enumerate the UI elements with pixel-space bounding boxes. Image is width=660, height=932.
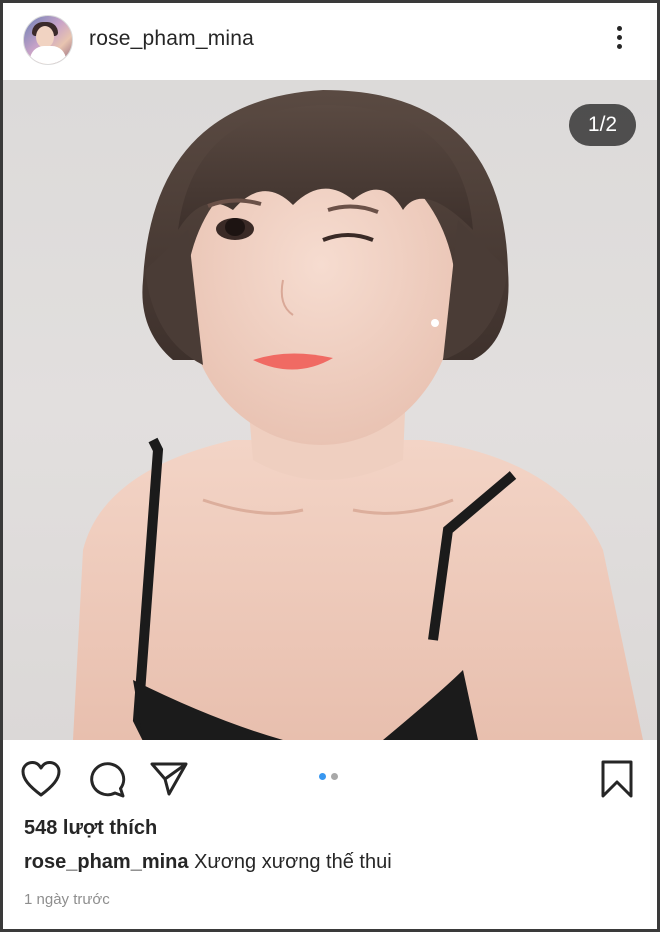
caption: rose_pham_mina Xương xương thế thui bbox=[24, 851, 392, 874]
more-vertical-icon[interactable] bbox=[610, 23, 628, 53]
avatar[interactable] bbox=[23, 15, 73, 65]
carousel-indicator bbox=[319, 773, 343, 781]
carousel-dot-active bbox=[319, 773, 326, 780]
post-timestamp: 1 ngày trước bbox=[24, 891, 110, 908]
bookmark-icon[interactable] bbox=[599, 759, 635, 799]
comment-bubble-icon[interactable] bbox=[87, 760, 127, 798]
action-bar bbox=[3, 740, 657, 812]
image-counter-badge: 1/2 bbox=[569, 104, 636, 146]
caption-username[interactable]: rose_pham_mina bbox=[24, 851, 189, 873]
paper-plane-icon[interactable] bbox=[149, 760, 189, 798]
post-photo[interactable]: 1/2 bbox=[3, 80, 657, 740]
instagram-post: rose_pham_mina 1/2 548 lượt thích rose_p… bbox=[3, 3, 657, 929]
caption-text: Xương xương thế thui bbox=[194, 851, 392, 873]
carousel-dot bbox=[331, 773, 338, 780]
portrait-image bbox=[73, 90, 643, 740]
likes-count[interactable]: 548 lượt thích bbox=[24, 817, 157, 840]
post-header: rose_pham_mina bbox=[3, 3, 657, 80]
post-username[interactable]: rose_pham_mina bbox=[89, 27, 254, 51]
heart-icon[interactable] bbox=[21, 760, 61, 798]
